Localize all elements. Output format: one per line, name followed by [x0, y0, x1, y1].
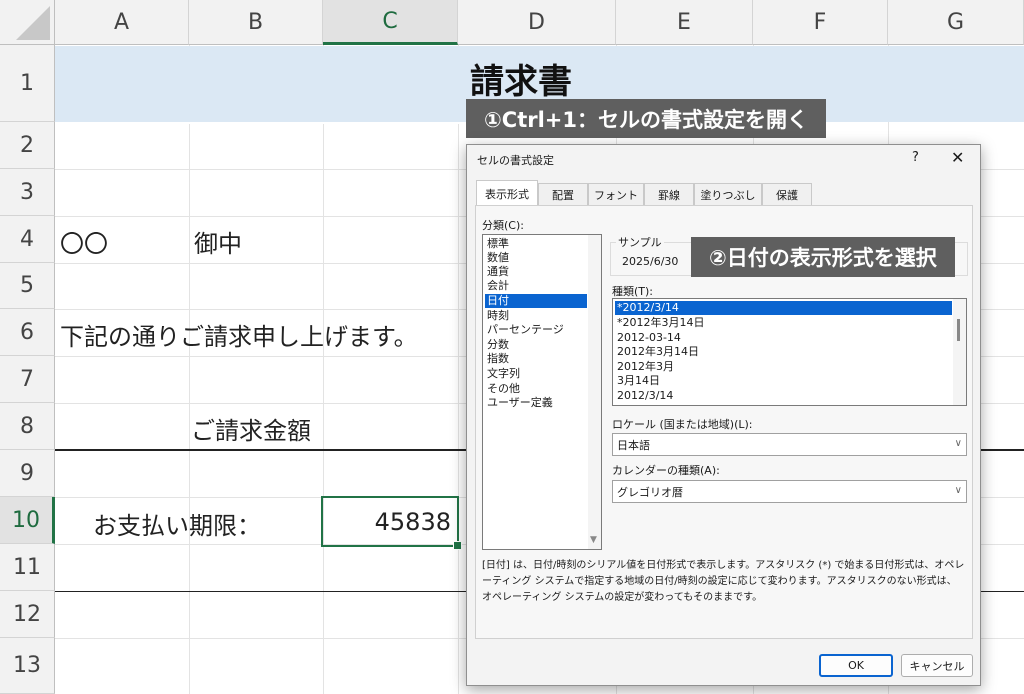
tab-number[interactable]: 表示形式 [476, 180, 538, 206]
tab-font[interactable]: フォント [588, 183, 644, 205]
tab-alignment[interactable]: 配置 [538, 183, 588, 205]
amount-label: ご請求金額 [191, 417, 311, 445]
callout-step-1: ①Ctrl+1：セルの書式設定を開く [466, 99, 826, 138]
column-header-c[interactable]: C [323, 0, 458, 45]
chevron-down-icon: ∨ [954, 438, 962, 449]
sample-label: サンプル [616, 234, 664, 250]
column-header-g[interactable]: G [888, 0, 1024, 45]
row-2-cell[interactable] [55, 122, 524, 124]
row-header-7[interactable]: 7 [0, 356, 55, 403]
row-header-8[interactable]: 8 [0, 403, 55, 450]
column-header-d[interactable]: D [458, 0, 616, 45]
category-item[interactable]: 数値 [485, 251, 587, 265]
locale-select[interactable]: 日本語 ∨ [612, 433, 967, 456]
row-header-10[interactable]: 10 [0, 497, 55, 544]
locale-select-value: 日本語 [617, 438, 650, 452]
gridline [458, 45, 459, 694]
locale-label: ロケール (国または地域)(L): [612, 418, 753, 431]
column-header-b[interactable]: B [189, 0, 323, 45]
scroll-down-arrow-icon[interactable]: ▼ [590, 535, 597, 545]
select-all-corner[interactable] [0, 0, 55, 45]
type-item[interactable]: 2012-03-14 [615, 331, 952, 345]
category-item[interactable]: 時刻 [485, 309, 587, 323]
category-list[interactable]: 標準 数値 通貨 会計 日付 時刻 パーセンテージ 分数 指数 文字列 その他 … [482, 234, 602, 550]
close-icon[interactable]: ✕ [951, 148, 964, 167]
recipient-name: 〇〇 [60, 230, 108, 258]
category-item[interactable]: パーセンテージ [485, 323, 587, 337]
format-description: [日付] は、日付/時刻のシリアル値を日付形式で表示します。アスタリスク (*)… [482, 560, 965, 603]
sample-value: 2025/6/30 [622, 255, 679, 268]
category-item[interactable]: 文字列 [485, 367, 587, 381]
gridline [189, 45, 190, 694]
tab-fill[interactable]: 塗りつぶし [694, 183, 762, 205]
invoice-title: 請求書 [470, 62, 572, 102]
row-header-12[interactable]: 12 [0, 591, 55, 638]
category-item[interactable]: 分数 [485, 338, 587, 352]
row-header-5[interactable]: 5 [0, 263, 55, 309]
gridline [323, 45, 324, 694]
chevron-down-icon: ∨ [954, 485, 962, 496]
tab-protection[interactable]: 保護 [762, 183, 812, 205]
category-item[interactable]: 会計 [485, 279, 587, 293]
category-label: 分類(C): [482, 219, 524, 232]
row-header-13[interactable]: 13 [0, 638, 55, 694]
column-header-e[interactable]: E [616, 0, 753, 45]
type-item-selected[interactable]: *2012/3/14 [615, 301, 952, 315]
column-header-a[interactable]: A [55, 0, 189, 45]
tab-border[interactable]: 罫線 [644, 183, 694, 205]
row-header-2[interactable]: 2 [0, 122, 55, 169]
type-item[interactable]: *2012年3月14日 [615, 316, 952, 330]
calendar-label: カレンダーの種類(A): [612, 464, 720, 477]
format-cells-dialog: セルの書式設定 ? ✕ 表示形式 配置 フォント 罫線 塗りつぶし 保護 分類(… [466, 144, 981, 686]
type-item[interactable]: 2012/3/14 [615, 389, 952, 403]
type-list[interactable]: *2012/3/14 *2012年3月14日 2012-03-14 2012年3… [612, 298, 967, 406]
callout-step-2: ②日付の表示形式を選択 [691, 237, 955, 277]
select-all-triangle-icon [16, 6, 50, 40]
category-item[interactable]: 標準 [485, 237, 587, 251]
type-item[interactable]: 2012年3月 [615, 360, 952, 374]
ok-button[interactable]: OK [819, 654, 893, 677]
cancel-button[interactable]: キャンセル [901, 654, 973, 677]
type-item[interactable]: 2012年3月14日 [615, 345, 952, 359]
active-cell-c10[interactable]: 45838 [321, 496, 459, 547]
category-item[interactable]: 指数 [485, 352, 587, 366]
type-item[interactable]: 3月14日 [615, 374, 952, 388]
fill-handle[interactable] [453, 541, 462, 550]
row-header-3[interactable]: 3 [0, 169, 55, 216]
request-sentence: 下記の通りご請求申し上げます。 [60, 323, 418, 351]
due-date-label: お支払い期限： [93, 512, 261, 540]
due-date-value: 45838 [374, 508, 451, 536]
category-item[interactable]: ユーザー定義 [485, 396, 587, 410]
dialog-title: セルの書式設定 [477, 154, 554, 167]
type-label: 種類(T): [612, 285, 654, 298]
category-item-selected[interactable]: 日付 [485, 294, 587, 308]
row-header-6[interactable]: 6 [0, 309, 55, 356]
type-scroll-thumb[interactable] [957, 319, 960, 341]
calendar-select-value: グレゴリオ暦 [617, 485, 683, 499]
row-header-9[interactable]: 9 [0, 450, 55, 497]
calendar-select[interactable]: グレゴリオ暦 ∨ [612, 480, 967, 503]
category-item[interactable]: その他 [485, 382, 587, 396]
recipient-honorific: 御中 [194, 230, 242, 258]
row-header-1[interactable]: 1 [0, 45, 55, 122]
row-header-4[interactable]: 4 [0, 216, 55, 263]
row-header-11[interactable]: 11 [0, 544, 55, 591]
type-scrollbar[interactable] [953, 299, 966, 405]
category-item[interactable]: 通貨 [485, 265, 587, 279]
column-header-f[interactable]: F [753, 0, 888, 45]
category-scrollbar[interactable]: ▼ [588, 235, 601, 549]
help-button[interactable]: ? [912, 150, 919, 165]
